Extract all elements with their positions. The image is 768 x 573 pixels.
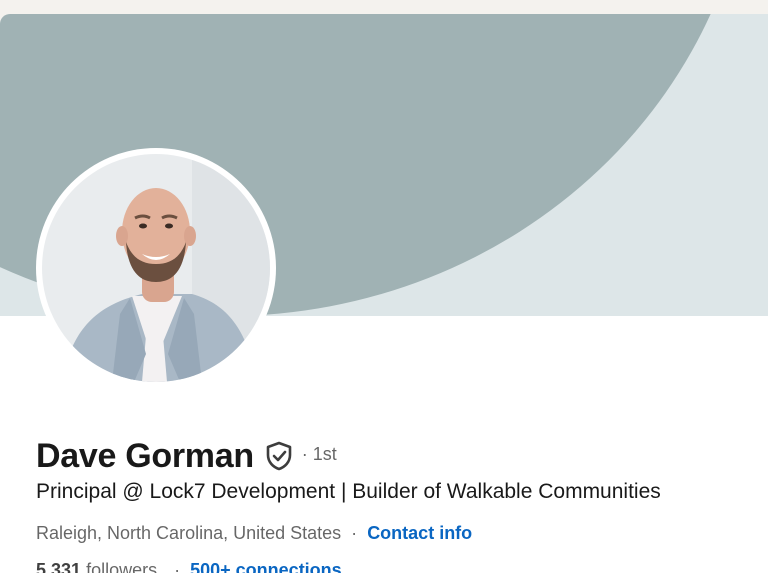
- profile-name-row: Dave Gorman · 1st: [36, 436, 337, 476]
- profile-avatar[interactable]: [36, 148, 276, 388]
- verified-shield-icon[interactable]: [264, 440, 294, 472]
- stats-separator: ·: [174, 560, 181, 573]
- followers-count: 5,331: [36, 560, 82, 573]
- network-stats-row: 5,331 followers · 500+ connections: [36, 560, 342, 573]
- profile-name: Dave Gorman: [36, 436, 254, 475]
- profile-location: Raleigh, North Carolina, United States: [36, 523, 342, 543]
- followers-label: followers: [86, 560, 158, 573]
- connections-link[interactable]: 500+ connections: [190, 560, 342, 573]
- location-row: Raleigh, North Carolina, United States ·…: [36, 523, 472, 544]
- contact-info-link[interactable]: Contact info: [367, 523, 472, 543]
- profile-photo: [42, 154, 270, 382]
- connection-degree: · 1st: [301, 443, 337, 464]
- location-separator: ·: [351, 523, 358, 543]
- profile-card: Dave Gorman · 1st Principal @ Lock7 Deve…: [0, 14, 768, 573]
- profile-headline: Principal @ Lock7 Development | Builder …: [36, 480, 661, 503]
